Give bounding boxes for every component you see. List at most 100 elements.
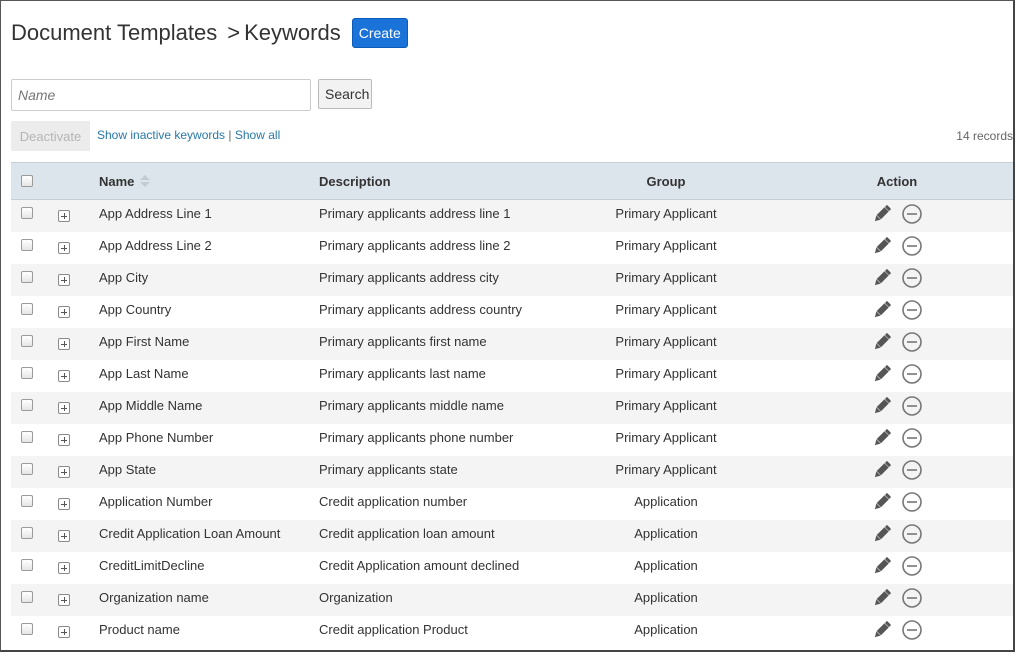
table-row: App Middle Name Primary applicants middle… — [11, 392, 1015, 424]
row-group: Primary Applicant — [615, 206, 717, 221]
minus-circle-icon[interactable] — [901, 299, 923, 321]
row-checkbox[interactable] — [21, 399, 33, 411]
row-select-cell — [21, 456, 35, 488]
row-checkbox[interactable] — [21, 559, 33, 571]
row-actions — [871, 520, 931, 552]
row-checkbox[interactable] — [21, 271, 33, 283]
show-inactive-link[interactable]: Show inactive keywords — [97, 128, 225, 142]
name-search-input[interactable] — [11, 79, 311, 111]
minus-circle-icon[interactable] — [901, 459, 923, 481]
pencil-edit-icon[interactable] — [871, 491, 893, 513]
minus-circle-icon[interactable] — [901, 363, 923, 385]
minus-circle-icon[interactable] — [901, 395, 923, 417]
table-row: App First Name Primary applicants first n… — [11, 328, 1015, 360]
row-expand-cell — [58, 424, 72, 456]
pencil-edit-icon[interactable] — [871, 235, 893, 257]
minus-circle-icon[interactable] — [901, 203, 923, 225]
row-group: Primary Applicant — [615, 238, 717, 253]
row-group: Primary Applicant — [615, 430, 717, 445]
expand-plus-icon[interactable] — [58, 338, 70, 350]
deactivate-button[interactable]: Deactivate — [11, 121, 90, 151]
pencil-edit-icon[interactable] — [871, 267, 893, 289]
expand-plus-icon[interactable] — [58, 498, 70, 510]
expand-plus-icon[interactable] — [58, 434, 70, 446]
row-select-cell — [21, 488, 35, 520]
expand-plus-icon[interactable] — [58, 562, 70, 574]
row-actions — [871, 392, 931, 424]
row-checkbox[interactable] — [21, 591, 33, 603]
column-header-name[interactable]: Name — [99, 163, 151, 199]
pencil-edit-icon[interactable] — [871, 523, 893, 545]
expand-plus-icon[interactable] — [58, 306, 70, 318]
row-checkbox[interactable] — [21, 207, 33, 219]
row-select-cell — [21, 328, 35, 360]
row-checkbox[interactable] — [21, 431, 33, 443]
row-group: Application — [634, 590, 698, 605]
pencil-edit-icon[interactable] — [871, 619, 893, 641]
expand-plus-icon[interactable] — [58, 626, 70, 638]
minus-circle-icon[interactable] — [901, 235, 923, 257]
minus-circle-icon[interactable] — [901, 427, 923, 449]
row-expand-cell — [58, 264, 72, 296]
minus-circle-icon[interactable] — [901, 491, 923, 513]
expand-plus-icon[interactable] — [58, 466, 70, 478]
row-checkbox[interactable] — [21, 463, 33, 475]
pencil-edit-icon[interactable] — [871, 363, 893, 385]
row-select-cell — [21, 552, 35, 584]
row-expand-cell — [58, 552, 72, 584]
row-expand-cell — [58, 328, 72, 360]
minus-circle-icon[interactable] — [901, 331, 923, 353]
row-description: Primary applicants first name — [319, 334, 487, 349]
expand-plus-icon[interactable] — [58, 242, 70, 254]
row-checkbox[interactable] — [21, 367, 33, 379]
minus-circle-icon[interactable] — [901, 555, 923, 577]
row-actions — [871, 552, 931, 584]
row-checkbox[interactable] — [21, 335, 33, 347]
pencil-edit-icon[interactable] — [871, 459, 893, 481]
row-checkbox[interactable] — [21, 527, 33, 539]
pencil-edit-icon[interactable] — [871, 203, 893, 225]
table-row: Application Number Credit application num… — [11, 488, 1015, 520]
row-select-cell — [21, 520, 35, 552]
minus-circle-icon[interactable] — [901, 619, 923, 641]
create-button[interactable]: Create — [351, 18, 408, 48]
row-group: Primary Applicant — [615, 270, 717, 285]
sort-both-icon[interactable] — [140, 175, 151, 187]
row-description: Primary applicants state — [319, 462, 458, 477]
row-checkbox[interactable] — [21, 623, 33, 635]
expand-plus-icon[interactable] — [58, 370, 70, 382]
row-expand-cell — [58, 392, 72, 424]
table-row: Credit Application Loan Amount Credit app… — [11, 520, 1015, 552]
row-name: App Last Name — [99, 366, 189, 381]
row-expand-cell — [58, 488, 72, 520]
pencil-edit-icon[interactable] — [871, 395, 893, 417]
pencil-edit-icon[interactable] — [871, 555, 893, 577]
minus-circle-icon[interactable] — [901, 267, 923, 289]
row-name: Credit Application Loan Amount — [99, 526, 281, 541]
minus-circle-icon[interactable] — [901, 587, 923, 609]
pencil-edit-icon[interactable] — [871, 299, 893, 321]
expand-plus-icon[interactable] — [58, 530, 70, 542]
filter-links: Show inactive keywords | Show all — [97, 128, 280, 142]
table-row: App State Primary applicants state Primary… — [11, 456, 1015, 488]
row-description: Primary applicants middle name — [319, 398, 504, 413]
row-expand-cell — [58, 520, 72, 552]
search-button[interactable]: Search — [318, 79, 372, 109]
pencil-edit-icon[interactable] — [871, 587, 893, 609]
row-checkbox[interactable] — [21, 303, 33, 315]
row-checkbox[interactable] — [21, 239, 33, 251]
breadcrumb-current: Keywords — [244, 20, 341, 45]
row-name: Organization name — [99, 590, 209, 605]
show-all-link[interactable]: Show all — [235, 128, 280, 142]
row-name: Product name — [99, 622, 180, 637]
expand-plus-icon[interactable] — [58, 402, 70, 414]
minus-circle-icon[interactable] — [901, 523, 923, 545]
pencil-edit-icon[interactable] — [871, 331, 893, 353]
row-checkbox[interactable] — [21, 495, 33, 507]
expand-plus-icon[interactable] — [58, 594, 70, 606]
expand-plus-icon[interactable] — [58, 210, 70, 222]
row-actions — [871, 264, 931, 296]
select-all-checkbox[interactable] — [21, 175, 33, 187]
expand-plus-icon[interactable] — [58, 274, 70, 286]
pencil-edit-icon[interactable] — [871, 427, 893, 449]
